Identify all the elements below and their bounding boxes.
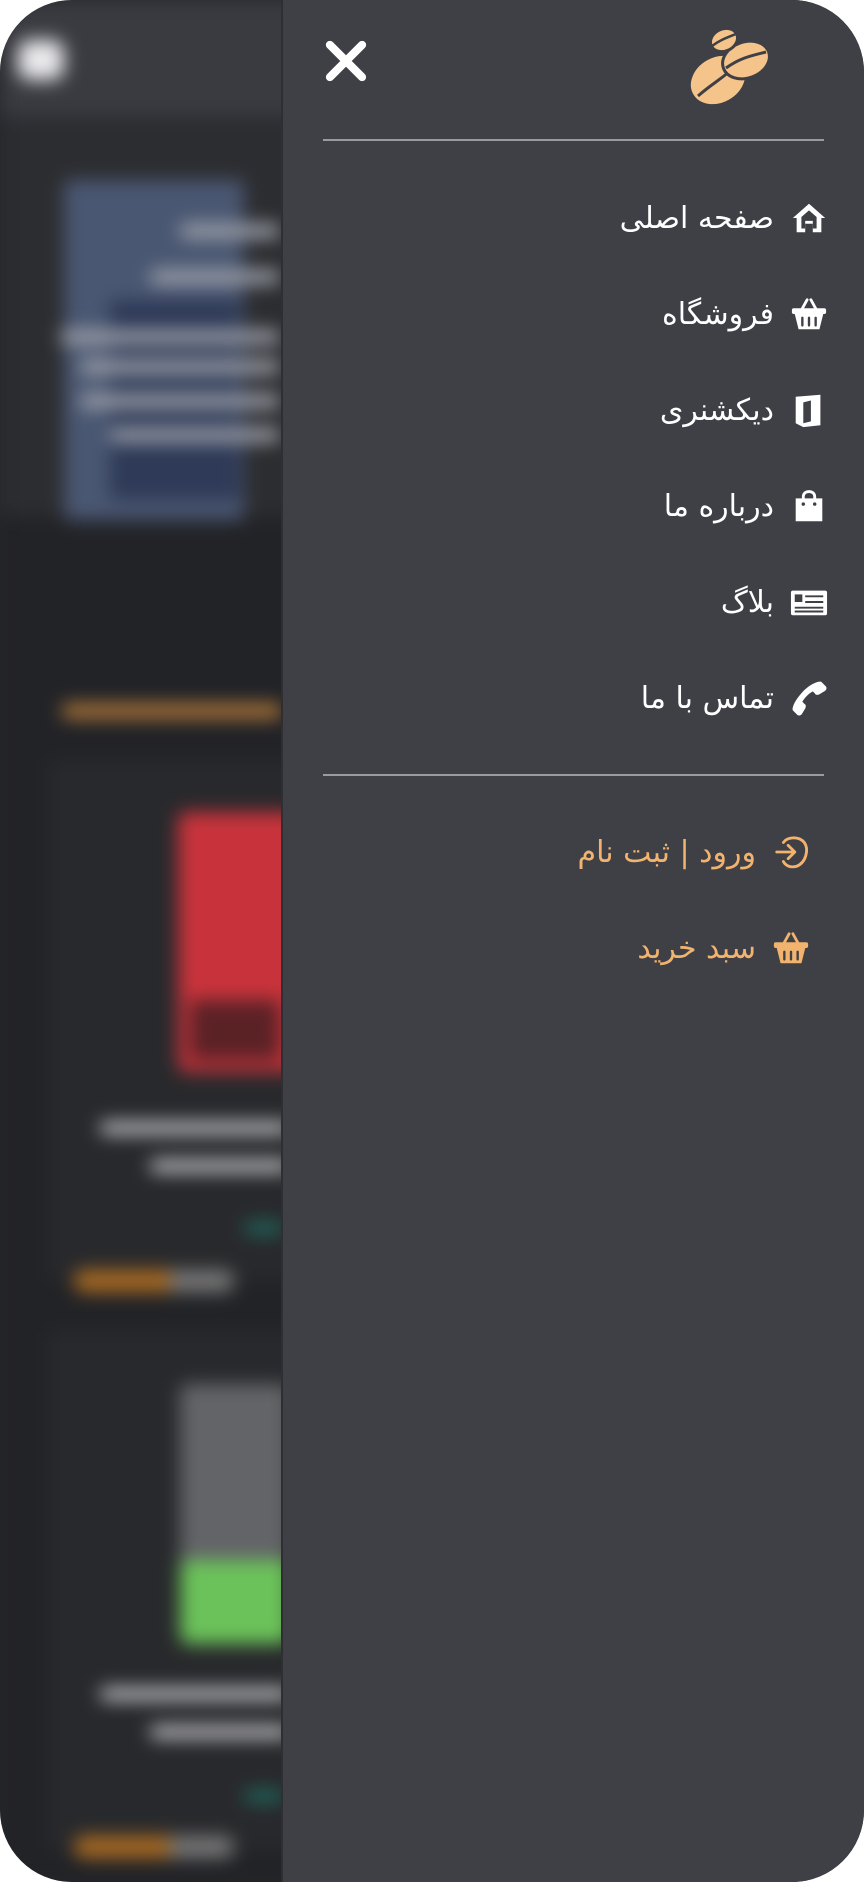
menu-item-blog[interactable]: بلاگ	[721, 572, 828, 632]
cart-label: سبد خرید	[637, 930, 756, 966]
menu-item-label: فروشگاه	[662, 296, 774, 332]
menu-item-label: بلاگ	[720, 584, 774, 620]
phone-screen: صفحه اصلی فروشگاه دیکشنری درباره ما بلاگ…	[0, 0, 864, 1882]
coffee-beans-logo[interactable]	[684, 22, 780, 112]
background-hero-text	[60, 330, 280, 344]
basket-icon	[791, 298, 827, 330]
shopping-bag-icon	[795, 490, 823, 522]
home-icon	[792, 203, 826, 233]
background-hero-text	[80, 360, 280, 374]
newspaper-icon	[790, 590, 828, 616]
background-product-title	[100, 1122, 290, 1134]
background-product-price	[244, 1222, 284, 1234]
close-icon[interactable]	[323, 38, 369, 84]
background-product-title	[150, 1726, 290, 1738]
background-hero-text	[150, 270, 280, 284]
login-icon	[775, 836, 808, 869]
background-hero-text	[110, 428, 280, 442]
menu-divider-bottom	[323, 774, 824, 776]
menu-item-dictionary[interactable]: دیکشنری	[660, 380, 828, 440]
menu-item-label: صفحه اصلی	[619, 200, 774, 236]
background-product-title	[150, 1160, 290, 1172]
background-product-rating	[74, 1270, 234, 1292]
menu-item-label: درباره ما	[663, 488, 774, 524]
background-product-title	[100, 1688, 290, 1700]
background-section-title	[62, 704, 282, 718]
cart-basket-icon	[773, 932, 809, 964]
menu-divider-top	[323, 139, 824, 141]
menu-item-shop[interactable]: فروشگاه	[662, 284, 828, 344]
menu-item-label: تماس با ما	[640, 680, 774, 716]
login-register-link[interactable]: ورود | ثبت نام	[578, 822, 810, 882]
phone-icon	[792, 681, 827, 716]
background-product-rating	[74, 1836, 234, 1858]
side-navigation-drawer: صفحه اصلی فروشگاه دیکشنری درباره ما بلاگ…	[283, 0, 864, 1882]
cart-link[interactable]: سبد خرید	[637, 918, 810, 978]
background-product-image-shade	[180, 1560, 290, 1644]
background-hero-text	[180, 224, 280, 238]
menu-item-about[interactable]: درباره ما	[664, 476, 828, 536]
menu-item-label: دیکشنری	[659, 392, 774, 428]
login-register-label: ورود | ثبت نام	[577, 834, 756, 870]
background-hero-text	[80, 394, 280, 408]
menu-item-home[interactable]: صفحه اصلی	[620, 188, 828, 248]
background-cart-icon	[18, 40, 64, 80]
menu-item-contact[interactable]: تماس با ما	[641, 668, 828, 728]
background-product-price	[244, 1790, 284, 1802]
dictionary-icon	[795, 394, 821, 428]
background-product-image-shade	[190, 1000, 280, 1060]
